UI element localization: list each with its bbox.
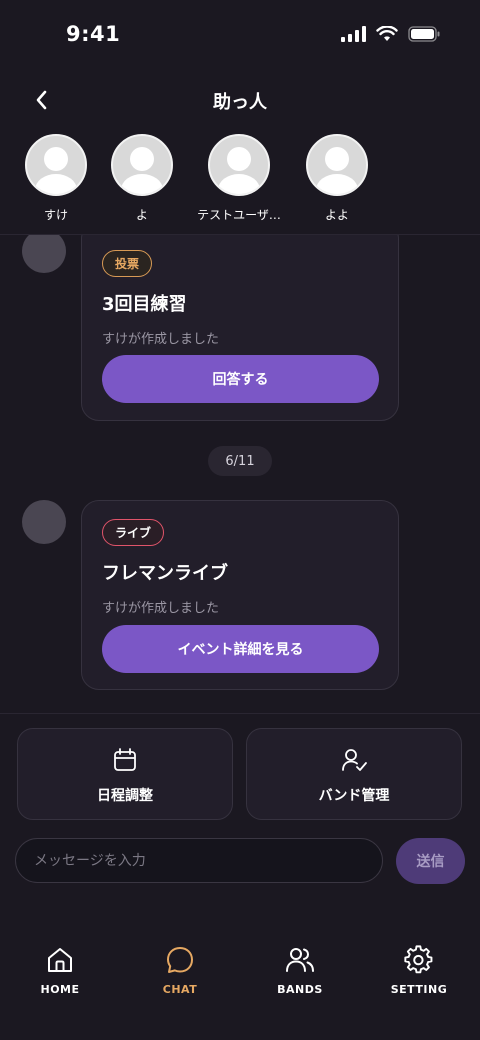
event-title: フレマンライブ bbox=[102, 563, 228, 584]
avatar bbox=[25, 134, 87, 196]
member-name: よよ bbox=[324, 208, 349, 222]
calendar-icon bbox=[114, 748, 136, 771]
users-icon bbox=[286, 948, 314, 972]
chat-screen: 9:41 助っ人 すけ よ テストユーザ… よよ 投票 3回目練習 すけが作成し… bbox=[0, 0, 480, 1040]
event-title: 3回目練習 bbox=[102, 294, 187, 315]
avatar bbox=[306, 134, 368, 196]
bottom-nav: HOME CHAT BANDS SETTING bbox=[0, 930, 480, 1040]
member-list: すけ よ テストユーザ… よよ bbox=[0, 130, 480, 234]
status-time: 9:41 bbox=[66, 22, 121, 46]
user-check-icon bbox=[342, 749, 367, 771]
vote-badge: 投票 bbox=[102, 250, 153, 277]
gear-icon bbox=[404, 945, 433, 974]
member-name: よ bbox=[135, 208, 148, 222]
status-icons bbox=[341, 26, 440, 42]
default-avatar-icon bbox=[121, 147, 163, 194]
nav-setting[interactable]: SETTING bbox=[369, 945, 469, 996]
nav-chat[interactable]: CHAT bbox=[130, 945, 230, 996]
band-manage-label: バンド管理 bbox=[318, 788, 390, 804]
default-avatar-icon bbox=[316, 147, 358, 194]
date-separator: 6/11 bbox=[208, 446, 272, 476]
chat-icon bbox=[167, 947, 193, 973]
member-item[interactable]: よ bbox=[92, 134, 192, 223]
battery-icon bbox=[408, 26, 440, 42]
event-creator: すけが作成しました bbox=[102, 332, 220, 347]
nav-bands-label: BANDS bbox=[277, 983, 323, 996]
default-avatar-icon bbox=[218, 147, 260, 194]
avatar bbox=[208, 134, 270, 196]
event-card-vote: 投票 3回目練習 すけが作成しました 回答する bbox=[81, 235, 399, 421]
nav-home-label: HOME bbox=[40, 983, 80, 996]
divider bbox=[0, 713, 480, 714]
nav-setting-label: SETTING bbox=[390, 983, 448, 996]
member-item[interactable]: テストユーザ… bbox=[189, 134, 289, 223]
schedule-button[interactable]: 日程調整 bbox=[17, 728, 233, 820]
message-input[interactable] bbox=[15, 838, 383, 883]
event-creator: すけが作成しました bbox=[102, 601, 220, 616]
nav-chat-label: CHAT bbox=[162, 983, 198, 996]
chat-messages[interactable]: 投票 3回目練習 すけが作成しました 回答する 6/11 ライブ フレマンライブ… bbox=[0, 235, 480, 713]
schedule-label: 日程調整 bbox=[97, 788, 153, 804]
send-button[interactable]: 送信 bbox=[396, 838, 465, 884]
avatar bbox=[111, 134, 173, 196]
answer-button[interactable]: 回答する bbox=[102, 355, 379, 403]
band-manage-button[interactable]: バンド管理 bbox=[246, 728, 462, 820]
status-bar: 9:41 bbox=[0, 0, 480, 70]
header: 助っ人 bbox=[0, 80, 480, 122]
member-name: すけ bbox=[43, 208, 68, 222]
member-name: テストユーザ… bbox=[197, 208, 281, 222]
nav-home[interactable]: HOME bbox=[10, 945, 110, 996]
live-badge: ライブ bbox=[102, 519, 165, 546]
sender-avatar[interactable] bbox=[22, 235, 66, 273]
event-card-live: ライブ フレマンライブ すけが作成しました イベント詳細を見る bbox=[81, 500, 399, 690]
page-title: 助っ人 bbox=[213, 92, 267, 113]
member-item[interactable]: すけ bbox=[6, 134, 106, 223]
default-avatar-icon bbox=[35, 147, 77, 194]
home-icon bbox=[48, 948, 72, 972]
nav-bands[interactable]: BANDS bbox=[250, 945, 350, 996]
wifi-icon bbox=[376, 26, 398, 41]
member-item[interactable]: よよ bbox=[287, 134, 387, 223]
cellular-signal-icon bbox=[341, 26, 366, 42]
event-details-button[interactable]: イベント詳細を見る bbox=[102, 625, 379, 673]
sender-avatar[interactable] bbox=[22, 500, 66, 544]
